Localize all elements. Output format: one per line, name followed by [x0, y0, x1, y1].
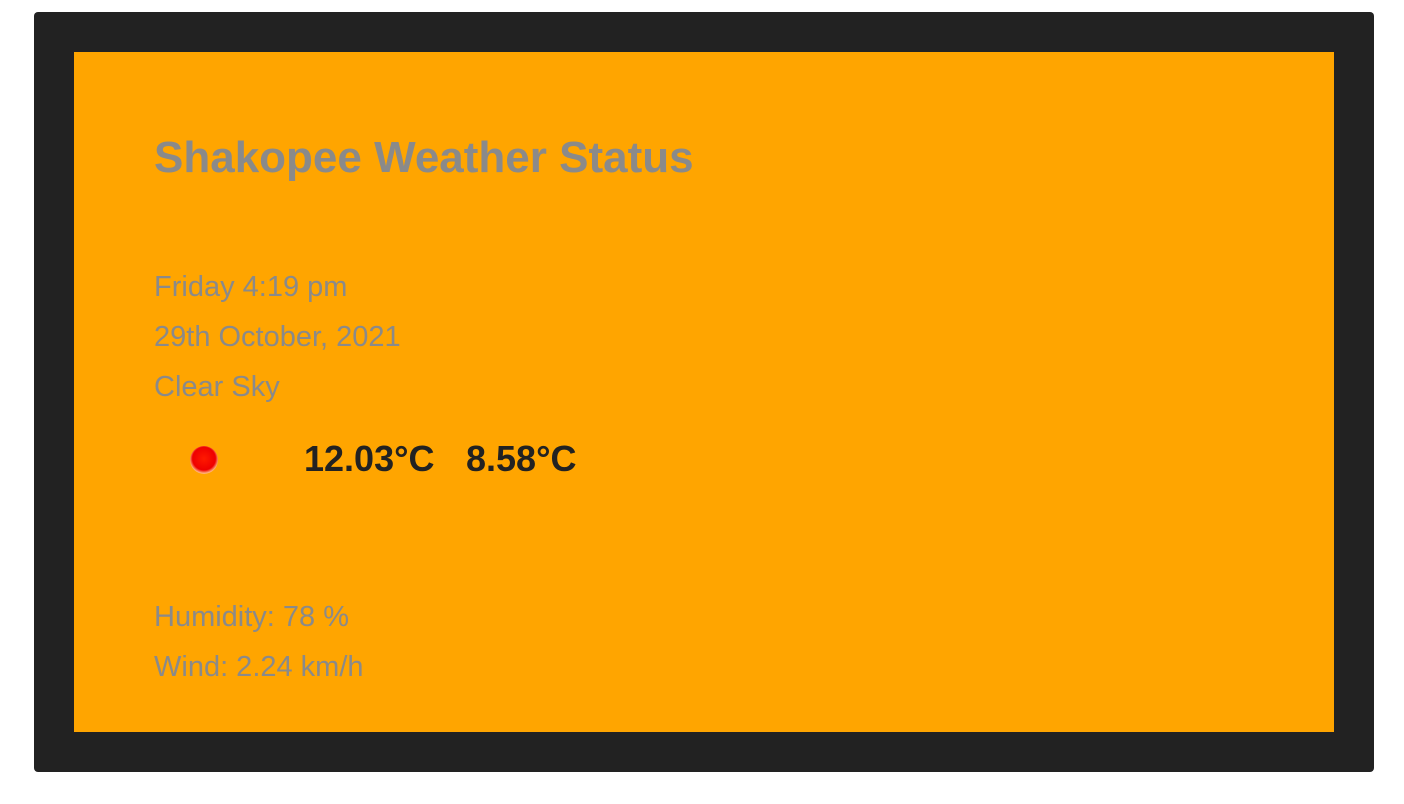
max-temperature: 12.03°C [304, 438, 435, 479]
page-title: Shakopee Weather Status [154, 133, 694, 182]
min-temperature: 8.58°C [466, 438, 577, 479]
weather-widget-frame: Shakopee Weather Status Friday 4:19 pm 2… [34, 12, 1374, 772]
day-time-text: Friday 4:19 pm [154, 271, 348, 303]
red-sun-icon [190, 446, 218, 474]
weather-card: Shakopee Weather Status Friday 4:19 pm 2… [74, 52, 1334, 732]
humidity-text: Humidity: 78 % [154, 601, 350, 633]
date-text: 29th October, 2021 [154, 321, 401, 353]
condition-text: Clear Sky [154, 371, 280, 403]
wind-text: Wind: 2.24 km/h [154, 651, 364, 683]
